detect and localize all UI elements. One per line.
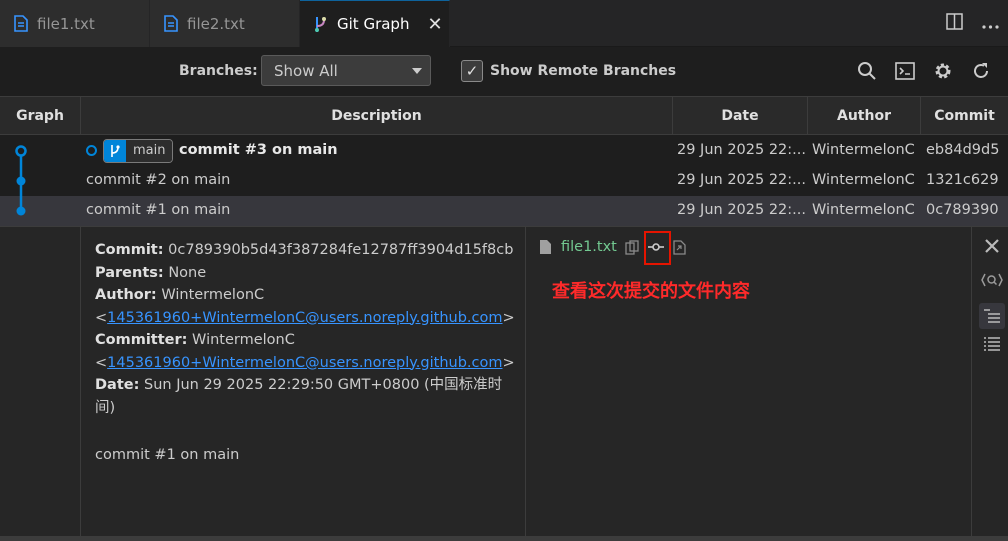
details-side-toolbar — [971, 227, 1008, 537]
author-label: Author: — [95, 287, 157, 303]
tab-label: file1.txt — [37, 14, 95, 33]
branches-select[interactable]: Show All — [261, 55, 431, 86]
refresh-icon[interactable] — [962, 57, 1000, 85]
committer-label: Committer: — [95, 332, 188, 348]
commit-info: Commit: 0c789390b5d43f387284fe12787ff390… — [95, 239, 515, 419]
commit-graph — [15, 145, 27, 216]
commit-date: 29 Jun 2025 22:... — [677, 142, 806, 158]
annotation-text: 查看这次提交的文件内容 — [552, 281, 750, 302]
author-email-link[interactable]: 145361960+WintermelonC@users.noreply.git… — [107, 310, 502, 326]
graph-node — [16, 176, 26, 186]
commit-author: WintermelonC — [812, 202, 915, 218]
tab-bar: file1.txt file2.txt Git Graph ✕ — [0, 0, 1008, 47]
committer-email-link[interactable]: 145361960+WintermelonC@users.noreply.git… — [107, 355, 502, 371]
commit-description: commit #2 on main — [86, 172, 231, 188]
tab-label: Git Graph — [337, 15, 410, 33]
chevron-down-icon — [412, 68, 422, 74]
open-file-icon[interactable] — [673, 239, 686, 255]
column-header-description[interactable]: Description — [81, 97, 673, 135]
table-row[interactable]: main commit #3 on main 29 Jun 2025 22:..… — [0, 136, 1008, 166]
file-icon — [14, 15, 28, 32]
column-header-date[interactable]: Date — [673, 97, 808, 135]
close-icon[interactable]: ✕ — [427, 14, 442, 35]
table-row[interactable]: commit #2 on main 29 Jun 2025 22:... Win… — [0, 166, 1008, 196]
commit-description: commit #1 on main — [86, 202, 231, 218]
copy-icon[interactable] — [625, 239, 639, 255]
date-label: Date: — [95, 377, 140, 393]
file-icon — [540, 240, 551, 254]
commit-hash: eb84d9d5 — [926, 142, 1000, 158]
tree-view-icon[interactable] — [979, 303, 1005, 329]
branch-name: main — [126, 140, 173, 162]
graph-node-head — [15, 145, 27, 157]
bottom-border — [0, 536, 1008, 541]
commit-author: WintermelonC — [812, 172, 915, 188]
show-remote-label[interactable]: Show Remote Branches — [490, 63, 676, 79]
tab-git-graph[interactable]: Git Graph ✕ — [300, 0, 450, 47]
branches-select-value: Show All — [274, 62, 338, 80]
commit-hash: 1321c629 — [926, 172, 999, 188]
close-icon[interactable] — [979, 233, 1005, 259]
controls-bar: Branches: Show All ✓ Show Remote Branche… — [0, 47, 1008, 97]
column-header-commit[interactable]: Commit — [921, 97, 1008, 135]
find-icon[interactable] — [979, 267, 1005, 293]
committer-name: WintermelonC — [192, 332, 295, 348]
parents-label: Parents: — [95, 264, 164, 281]
highlight-box — [644, 231, 671, 265]
commit-hash-full: 0c789390b5d43f387284fe12787ff3904d15f8cb — [168, 242, 514, 258]
table-header: Graph Description Date Author Commit — [0, 97, 1008, 135]
commit-date: 29 Jun 2025 22:... — [677, 172, 806, 188]
show-remote-checkbox[interactable]: ✓ — [461, 60, 483, 82]
parents-value: None — [168, 264, 207, 281]
changed-file-name[interactable]: file1.txt — [561, 239, 617, 255]
head-marker-icon — [86, 145, 97, 156]
list-view-icon[interactable] — [979, 331, 1005, 357]
commit-label: Commit: — [95, 242, 164, 258]
commit-message: commit #1 on main — [95, 447, 240, 463]
more-icon[interactable] — [972, 14, 1008, 34]
graph-node — [16, 206, 26, 216]
tab-label: file2.txt — [187, 14, 245, 33]
commit-description: commit #3 on main — [179, 142, 338, 158]
search-icon[interactable] — [848, 57, 886, 85]
commit-info-pane: Commit: 0c789390b5d43f387284fe12787ff390… — [80, 227, 526, 537]
date-value: Sun Jun 29 2025 22:29:50 GMT+0800 (中国标准时 — [144, 377, 503, 393]
branches-label: Branches: — [179, 63, 258, 79]
branch-icon — [104, 140, 126, 162]
tab-file2[interactable]: file2.txt — [150, 0, 300, 47]
commit-hash: 0c789390 — [926, 202, 999, 218]
commit-author: WintermelonC — [812, 142, 915, 158]
git-graph-icon — [315, 16, 326, 32]
tab-file1[interactable]: file1.txt — [0, 0, 150, 47]
column-header-graph[interactable]: Graph — [0, 97, 81, 135]
date-value-cont: 间) — [95, 399, 116, 416]
commit-details-panel: Commit: 0c789390b5d43f387284fe12787ff390… — [0, 226, 1008, 537]
terminal-icon[interactable] — [886, 57, 924, 85]
commit-date: 29 Jun 2025 22:... — [677, 202, 806, 218]
column-header-author[interactable]: Author — [808, 97, 921, 135]
gear-icon[interactable] — [924, 57, 962, 85]
table-row-selected[interactable]: commit #1 on main 29 Jun 2025 22:... Win… — [0, 196, 1008, 226]
split-editor-icon[interactable] — [936, 12, 972, 35]
branch-tag[interactable]: main — [103, 139, 174, 163]
author-name: WintermelonC — [161, 287, 265, 303]
file-icon — [164, 15, 178, 32]
changed-files-pane: file1.txt 查看这次提交的文件内容 — [526, 227, 971, 537]
